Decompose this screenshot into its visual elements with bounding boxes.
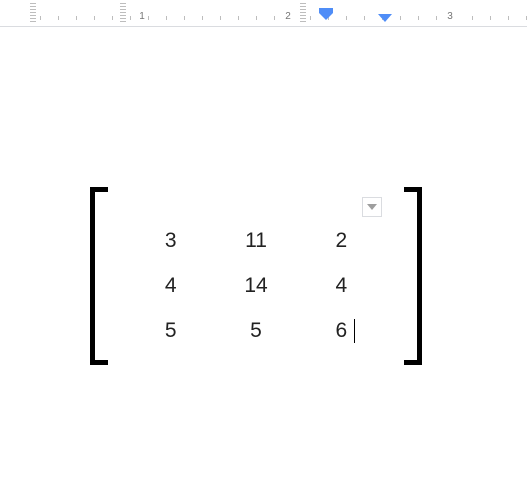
matrix-right-bracket [404, 187, 422, 365]
ruler-tick [256, 16, 257, 20]
matrix-left-bracket [90, 187, 108, 365]
ruler-tick [418, 16, 419, 20]
ruler-tick [76, 16, 77, 20]
matrix-cell[interactable]: 4 [128, 274, 213, 298]
ruler-tick [436, 16, 437, 20]
triangle-down-icon [367, 204, 377, 210]
ruler-tick [202, 16, 203, 20]
ruler-tick [94, 16, 95, 20]
ruler-label: 2 [283, 11, 293, 22]
ruler-drag-handle[interactable] [30, 3, 36, 23]
matrix-cell[interactable]: 3 [128, 229, 213, 253]
matrix-cell[interactable]: 11 [213, 229, 298, 253]
ruler-tick [400, 16, 401, 20]
matrix-grid: 31124144556 [128, 219, 384, 353]
matrix-cell[interactable]: 4 [299, 274, 384, 298]
matrix-cell[interactable]: 5 [128, 319, 213, 343]
horizontal-ruler[interactable]: 1 2 3 [0, 0, 527, 27]
ruler-label: 1 [137, 11, 147, 22]
matrix-cell[interactable]: 6 [299, 319, 384, 343]
ruler-tick [274, 16, 275, 20]
ruler-tick [490, 16, 491, 20]
ruler-tick [472, 16, 473, 20]
ruler-tick [166, 16, 167, 20]
text-caret [354, 319, 355, 343]
ruler-tick [220, 16, 221, 20]
ruler-drag-handle[interactable] [120, 3, 126, 23]
ruler-tick [130, 16, 131, 20]
ruler-tick [40, 16, 41, 20]
ruler-tick [58, 16, 59, 20]
matrix-cell[interactable]: 14 [213, 274, 298, 298]
document-page[interactable]: 31124144556 [0, 27, 527, 501]
equation-options-button[interactable] [362, 197, 382, 217]
ruler-tick [238, 16, 239, 20]
ruler-tick [508, 16, 509, 20]
ruler-label: 3 [445, 11, 455, 22]
ruler-drag-handle[interactable] [300, 3, 306, 23]
matrix-cell[interactable]: 5 [213, 319, 298, 343]
equation-matrix[interactable]: 31124144556 [90, 187, 422, 365]
ruler-tick [364, 16, 365, 20]
matrix-cell[interactable]: 2 [299, 229, 384, 253]
ruler-tick [112, 16, 113, 20]
ruler-tick [346, 16, 347, 20]
ruler-tick [310, 16, 311, 20]
ruler-tick [184, 16, 185, 20]
ruler-tick [148, 16, 149, 20]
